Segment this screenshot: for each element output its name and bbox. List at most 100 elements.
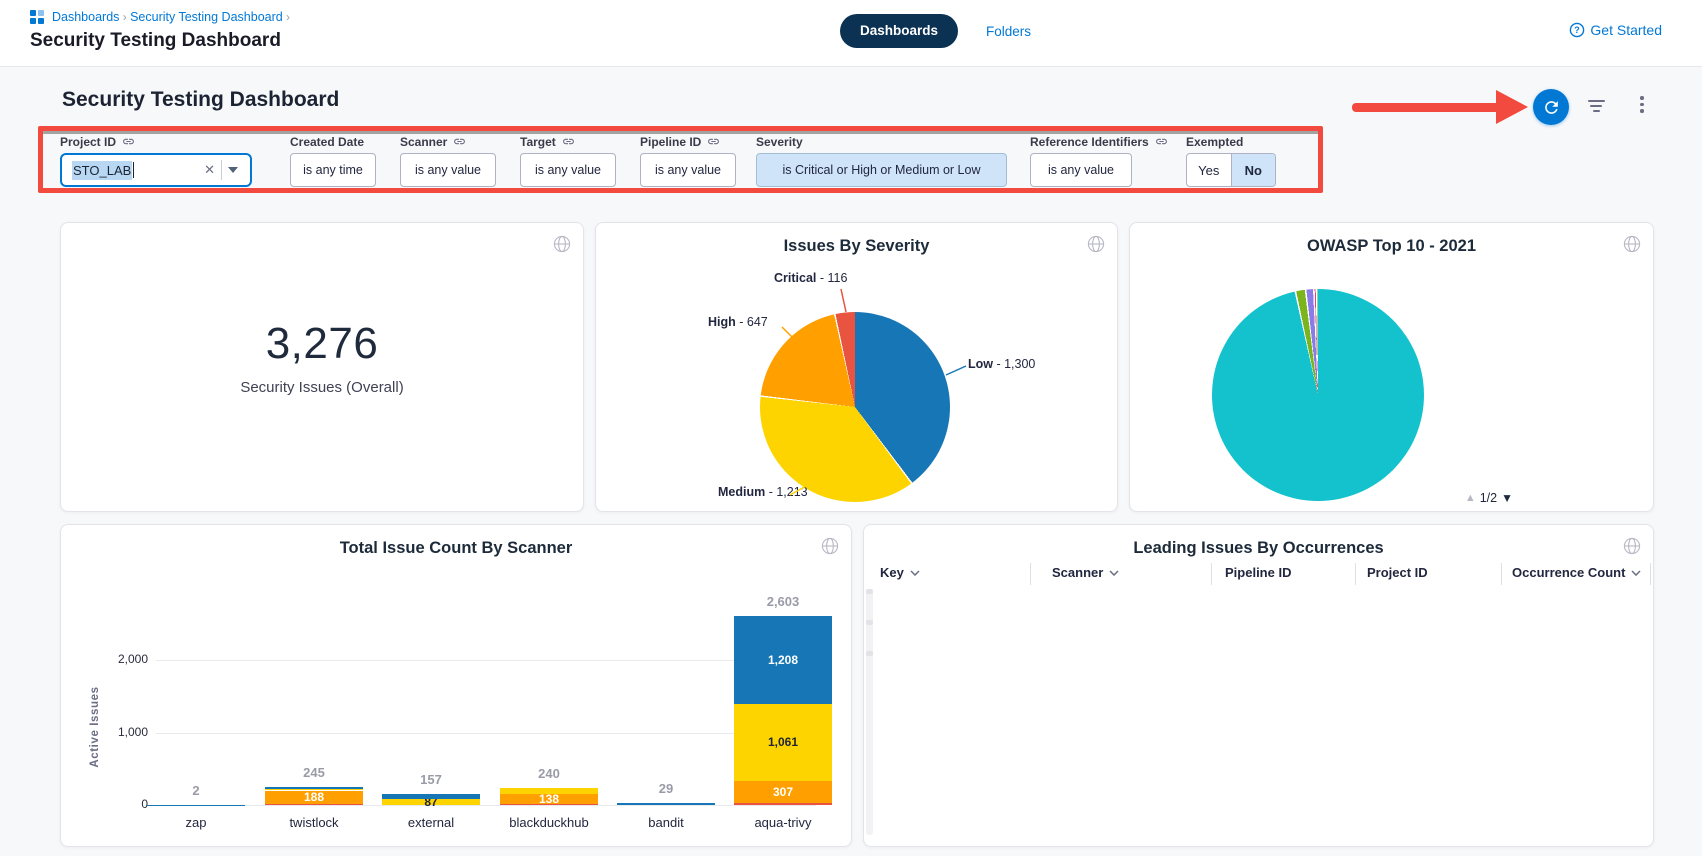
filter-value-button-created-date[interactable]: is any time [290, 153, 376, 187]
column-header-project-id[interactable]: Project ID [1367, 565, 1428, 580]
column-label: Occurrence Count [1512, 565, 1625, 580]
y-tick-label: 2,000 [92, 652, 148, 666]
filter-scanner: Scanner is any value [400, 134, 496, 187]
page-title: Security Testing Dashboard [30, 30, 281, 52]
bar-segment-medium [265, 789, 363, 791]
text-cursor [133, 162, 134, 178]
bar-segment-label: 307 [734, 786, 832, 798]
breadcrumb-link-security-testing-dashboard[interactable]: Security Testing Dashboard [130, 10, 283, 24]
x-category-label: bandit [607, 815, 725, 830]
filter-pipeline-id: Pipeline ID is any value [640, 134, 736, 187]
table-scrollbar[interactable] [866, 589, 873, 835]
dashboard-title: Security Testing Dashboard [62, 88, 339, 112]
breadcrumb-separator: › [283, 10, 290, 24]
kebab-menu-button[interactable] [1637, 96, 1647, 116]
pie-label-medium: Medium - 1,213 [718, 485, 808, 499]
bar-blackduckhub[interactable]: 138 [500, 788, 598, 805]
filter-label-exempted: Exempted [1186, 135, 1243, 149]
page-down-icon[interactable]: ▼ [1501, 491, 1513, 505]
column-separator [1030, 563, 1031, 585]
filter-label-severity: Severity [756, 135, 803, 149]
bar-external[interactable]: 87 [382, 794, 480, 805]
filter-severity: Severity is Critical or High or Medium or… [756, 134, 1007, 187]
bar-segment-low [382, 794, 480, 799]
dashboards-grid-icon [30, 10, 44, 24]
column-separator [1211, 563, 1212, 585]
severity-pie-title: Issues By Severity [596, 237, 1117, 256]
exempted-toggle: YesNo [1186, 153, 1276, 187]
header-tabs: Dashboards Folders [840, 14, 1031, 48]
card-issues-by-severity: Issues By Severity Low - 1,300Medium - 1… [595, 222, 1118, 512]
column-header-scanner[interactable]: Scanner [1052, 565, 1119, 580]
help-circle-icon: ? [1569, 22, 1585, 38]
combobox-value: STO_LAB [72, 161, 132, 180]
link-icon [562, 135, 575, 148]
tab-folders[interactable]: Folders [986, 24, 1031, 39]
chevron-down-icon [1631, 570, 1641, 576]
filter-value-button-target[interactable]: is any value [520, 153, 616, 187]
bar-total-label: 2,603 [734, 594, 832, 609]
breadcrumb: Dashboards › Security Testing Dashboard … [30, 10, 290, 24]
filter-value-button-scanner[interactable]: is any value [400, 153, 496, 187]
bar-bandit[interactable] [617, 803, 715, 805]
x-category-label: twistlock [255, 815, 373, 830]
filter-value-button-severity[interactable]: is Critical or High or Medium or Low [756, 153, 1007, 187]
breadcrumb-separator: › [119, 10, 130, 24]
filter-label-pipeline-id: Pipeline ID [640, 135, 701, 149]
filter-reference-identifiers: Reference Identifiersis any value [1030, 134, 1168, 187]
bar-twistlock[interactable]: 188 [265, 787, 363, 805]
column-separator [1501, 563, 1502, 585]
filter-label-created-date: Created Date [290, 135, 364, 149]
bar-total-label: 2 [147, 783, 245, 798]
gridline [156, 733, 816, 734]
pie-label-critical: Critical - 116 [774, 271, 847, 285]
tab-dashboards[interactable]: Dashboards [840, 14, 958, 48]
filter-value-button-reference-identifiers[interactable]: is any value [1030, 153, 1132, 187]
bar-segment-label: 1,208 [734, 654, 832, 666]
breadcrumb-link-dashboards[interactable]: Dashboards [52, 10, 119, 24]
column-header-key[interactable]: Key [880, 565, 920, 580]
link-icon [1155, 135, 1168, 148]
exempted-yes-option[interactable]: Yes [1187, 154, 1231, 186]
card-leading-issues-by-occurrences: Leading Issues By Occurrences Key Scanner… [863, 524, 1654, 847]
globe-icon [553, 235, 571, 258]
filter-label-scanner: Scanner [400, 135, 447, 149]
bar-segment-label: 1,061 [734, 736, 832, 748]
refresh-icon [1542, 98, 1561, 117]
divider [221, 160, 222, 180]
bar-segment-medium [500, 788, 598, 794]
bar-segment-low [265, 787, 363, 788]
security-testing-dashboard-screen: { "header": { "breadcrumb": { "items": [… [0, 0, 1702, 856]
bar-segment-critical [734, 803, 832, 805]
filter-created-date: Created Date is any time [290, 134, 376, 187]
column-label: Pipeline ID [1225, 565, 1291, 580]
bar-segment-low [617, 803, 715, 805]
caret-down-icon[interactable] [228, 167, 238, 173]
card-security-issues-overall: 3,276 Security Issues (Overall) [60, 222, 584, 512]
project-id-combobox[interactable]: STO_LAB ✕ [60, 153, 252, 187]
table-title: Leading Issues By Occurrences [864, 539, 1653, 558]
link-icon [122, 135, 135, 148]
owasp-pagination: ▲ 1/2 ▼ [1465, 491, 1513, 505]
filter-value-button-pipeline-id[interactable]: is any value [640, 153, 736, 187]
get-started-link[interactable]: ? Get Started [1569, 22, 1662, 38]
bar-chart-title: Total Issue Count By Scanner [61, 539, 851, 558]
filter-exempted: Exempted YesNo [1186, 134, 1276, 187]
refresh-button[interactable] [1533, 89, 1569, 125]
kpi-value: 3,276 [61, 319, 583, 369]
column-header-pipeline-id[interactable]: Pipeline ID [1225, 565, 1291, 580]
bar-aqua-trivy[interactable]: 307 1,061 1,208 [734, 616, 832, 805]
page-up-icon[interactable]: ▲ [1465, 492, 1476, 504]
clear-icon[interactable]: ✕ [198, 162, 221, 178]
x-category-label: zap [137, 815, 255, 830]
issues-by-severity-pie[interactable] [760, 312, 950, 502]
column-header-occurrence-count[interactable]: Occurrence Count [1512, 565, 1641, 580]
bar-total-label: 245 [265, 765, 363, 780]
owasp-top-10-pie[interactable] [1212, 289, 1424, 501]
exempted-no-option[interactable]: No [1231, 154, 1276, 186]
chevron-down-icon [910, 570, 920, 576]
x-category-label: blackduckhub [490, 815, 608, 830]
bar-segment-label: 138 [500, 793, 598, 805]
filter-target: Targetis any value [520, 134, 616, 187]
dashboard-filter-button[interactable] [1588, 100, 1606, 115]
